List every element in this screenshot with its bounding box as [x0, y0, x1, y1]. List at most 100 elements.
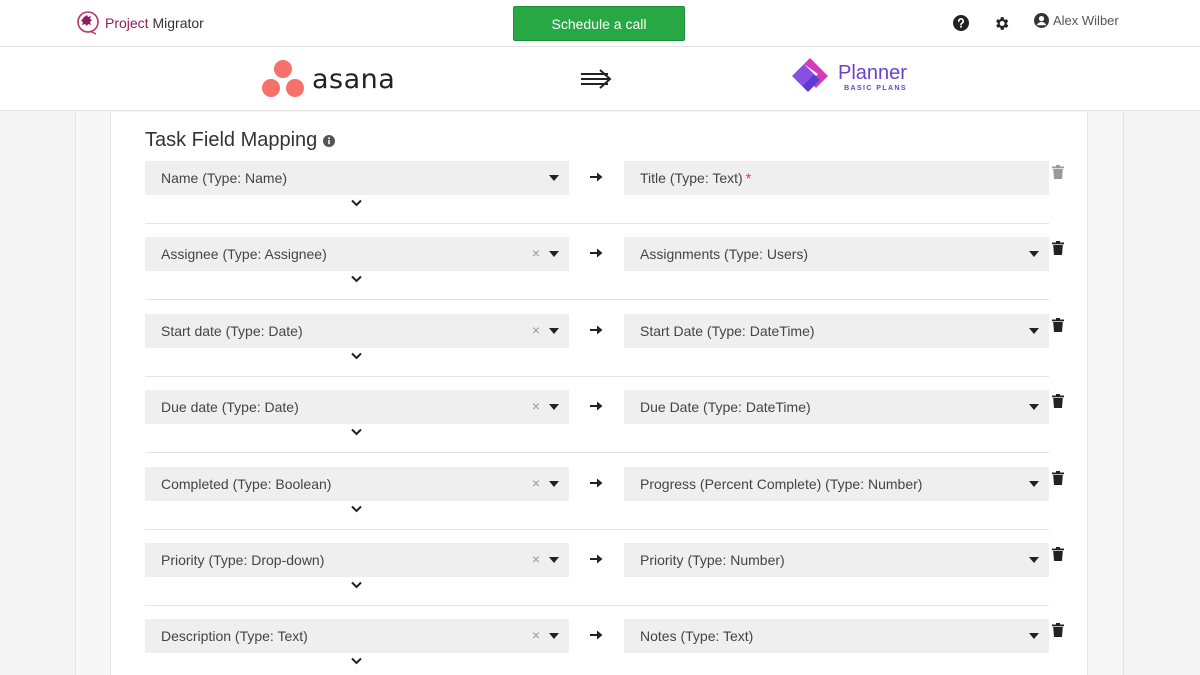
source-field-select[interactable]: Description (Type: Text) × [145, 619, 569, 654]
source-field-select[interactable]: Completed (Type: Boolean) × [145, 466, 569, 501]
source-field-select[interactable]: Name (Type: Name) [145, 161, 569, 195]
question-circle-icon [953, 15, 969, 31]
help-icon[interactable] [951, 13, 971, 33]
source-field-value: Completed (Type: Boolean) [161, 475, 332, 492]
section-title-text: Task Field Mapping [145, 129, 318, 151]
target-field-select[interactable]: Assignments (Type: Users) [624, 237, 1049, 272]
mapping-row: Priority (Type: Drop-down) × Priority (T… [145, 543, 1064, 619]
trash-icon[interactable] [1052, 623, 1064, 638]
source-platform-name: asana [312, 63, 396, 95]
target-field-value: Notes (Type: Text) [640, 628, 754, 645]
target-platform-plan: BASIC PLANS [844, 84, 907, 92]
source-field-value: Due date (Type: Date) [161, 399, 299, 416]
row-divider [145, 452, 1049, 454]
caret-down-icon[interactable] [1029, 633, 1039, 640]
trash-icon[interactable] [1052, 394, 1064, 409]
clear-x-icon[interactable]: × [532, 245, 540, 261]
mapping-row: Name (Type: Name) Title (Type: Text) * [145, 161, 1064, 237]
row-divider [145, 223, 1049, 224]
trash-icon[interactable] [1052, 317, 1064, 332]
mapping-row: Completed (Type: Boolean) × Progress (Pe… [145, 466, 1064, 543]
mapping-row: Due date (Type: Date) × Due Date (Type: … [145, 390, 1064, 466]
clear-x-icon[interactable]: × [532, 627, 540, 643]
settings-icon[interactable] [991, 13, 1011, 33]
clear-x-icon[interactable]: × [532, 475, 540, 491]
arrow-right-icon [590, 401, 603, 411]
trash-icon[interactable] [1052, 241, 1064, 256]
chevron-down-icon[interactable] [351, 275, 362, 283]
asana-dots-icon [262, 60, 304, 97]
project-migrator-logo-icon [77, 11, 99, 35]
brand-name-part2: Migrator [152, 15, 204, 31]
chevron-down-icon[interactable] [351, 352, 362, 360]
arrow-right-icon [590, 325, 603, 335]
row-divider [145, 605, 1049, 606]
row-divider [145, 375, 1049, 377]
target-field-value: Due Date (Type: DateTime) [640, 399, 811, 416]
platform-logos-band: asana Planner BASIC PLANS [0, 47, 1200, 111]
caret-down-icon[interactable] [1029, 480, 1039, 487]
caret-down-icon[interactable] [549, 251, 559, 258]
clear-x-icon[interactable]: × [532, 551, 540, 567]
top-bar: Project Migrator Schedule a call Alex Wi… [0, 0, 1200, 47]
clear-x-icon[interactable]: × [532, 322, 540, 338]
arrow-right-icon [590, 478, 603, 488]
user-circle-icon [1034, 13, 1049, 28]
asana-logo: asana [262, 59, 395, 99]
source-field-value: Name (Type: Name) [161, 170, 288, 186]
brand[interactable]: Project Migrator [76, 10, 204, 36]
arrow-right-icon [590, 172, 603, 182]
arrow-right-icon [590, 630, 603, 640]
target-platform-name: Planner [838, 61, 907, 84]
gear-icon [995, 16, 1008, 30]
target-field-value: Start Date (Type: DateTime) [640, 322, 815, 339]
target-field-select[interactable]: Start Date (Type: DateTime) [624, 313, 1049, 348]
schedule-call-button[interactable]: Schedule a call [513, 6, 685, 41]
source-field-select[interactable]: Priority (Type: Drop-down) × [145, 543, 569, 577]
caret-down-icon[interactable] [1029, 404, 1039, 411]
caret-down-icon[interactable] [1029, 557, 1039, 563]
target-field-select[interactable]: Due Date (Type: DateTime) [624, 390, 1049, 425]
target-field-value: Progress (Percent Complete) (Type: Numbe… [640, 475, 923, 492]
chevron-down-icon[interactable] [351, 428, 362, 436]
user-name: Alex Wilber [1053, 13, 1119, 28]
chevron-down-icon[interactable] [351, 199, 362, 207]
mapping-row: Description (Type: Text) × Notes (Type: … [145, 619, 1064, 675]
chevron-down-icon[interactable] [351, 581, 362, 589]
source-field-select[interactable]: Assignee (Type: Assignee) × [145, 237, 569, 272]
caret-down-icon[interactable] [1029, 327, 1039, 334]
trash-icon[interactable] [1052, 547, 1064, 561]
caret-down-icon[interactable] [1029, 251, 1039, 258]
target-field-select[interactable]: Title (Type: Text) * [624, 161, 1049, 195]
source-field-value: Priority (Type: Drop-down) [161, 552, 325, 568]
caret-down-icon[interactable] [549, 557, 559, 563]
source-field-select[interactable]: Due date (Type: Date) × [145, 390, 569, 425]
chevron-down-icon[interactable] [351, 505, 362, 513]
caret-down-icon[interactable] [549, 480, 559, 487]
source-field-select[interactable]: Start date (Type: Date) × [145, 313, 569, 348]
arrow-right-icon [590, 248, 603, 258]
trash-icon [1052, 165, 1064, 179]
trash-icon[interactable] [1052, 470, 1064, 485]
arrow-right-icon [590, 554, 603, 564]
mapping-row: Assignee (Type: Assignee) × Assignments … [145, 237, 1064, 313]
target-field-value: Assignments (Type: Users) [640, 246, 809, 263]
caret-down-icon[interactable] [549, 327, 559, 334]
caret-down-icon[interactable] [549, 175, 559, 181]
source-field-value: Start date (Type: Date) [161, 322, 303, 339]
info-circle-icon[interactable] [323, 134, 336, 147]
required-marker: * [745, 170, 752, 186]
section-title: Task Field Mapping [145, 129, 336, 152]
target-field-select[interactable]: Priority (Type: Number) [624, 543, 1049, 577]
caret-down-icon[interactable] [549, 404, 559, 411]
source-field-value: Assignee (Type: Assignee) [161, 246, 327, 263]
user-menu[interactable]: Alex Wilber [1034, 13, 1119, 28]
clear-x-icon[interactable]: × [532, 398, 540, 414]
migration-arrow-icon [581, 69, 612, 89]
caret-down-icon[interactable] [549, 633, 559, 640]
target-field-value: Priority (Type: Number) [640, 552, 785, 568]
chevron-down-icon[interactable] [351, 657, 362, 665]
target-field-select[interactable]: Notes (Type: Text) [624, 619, 1049, 654]
target-field-select[interactable]: Progress (Percent Complete) (Type: Numbe… [624, 466, 1049, 501]
brand-name-part1: Project [105, 15, 149, 31]
